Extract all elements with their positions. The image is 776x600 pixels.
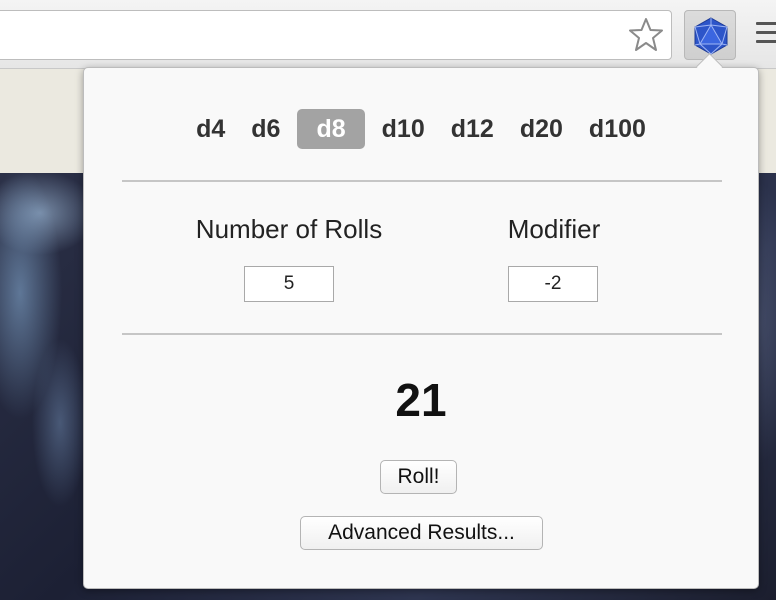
die-d4-button[interactable]: d4 [187, 109, 234, 149]
die-d8-button[interactable]: d8 [297, 109, 365, 149]
divider [122, 333, 722, 335]
rolls-label: Number of Rolls [195, 214, 383, 244]
roll-result: 21 [395, 374, 447, 426]
die-d12-button[interactable]: d12 [442, 109, 503, 149]
modifier-label: Modifier [507, 214, 601, 244]
address-bar[interactable] [0, 10, 672, 60]
die-d20-button[interactable]: d20 [511, 109, 572, 149]
dice-selector: d4 d6 d8 d10 d12 d20 d100 [84, 109, 758, 149]
divider [122, 180, 722, 182]
dice-roller-popup: d4 d6 d8 d10 d12 d20 d100 Number of Roll… [83, 67, 759, 589]
browser-toolbar [0, 0, 776, 69]
die-d10-button[interactable]: d10 [373, 109, 434, 149]
d20-icosahedron-icon [694, 17, 728, 55]
rolls-input[interactable] [244, 266, 334, 302]
roll-button[interactable]: Roll! [380, 460, 457, 494]
star-outline-icon[interactable] [627, 16, 665, 54]
modifier-input[interactable] [508, 266, 598, 302]
advanced-results-button[interactable]: Advanced Results... [300, 516, 543, 550]
die-d6-button[interactable]: d6 [242, 109, 289, 149]
die-d100-button[interactable]: d100 [580, 109, 655, 149]
hamburger-menu-icon[interactable] [756, 22, 776, 50]
dice-extension-button[interactable] [684, 10, 736, 60]
